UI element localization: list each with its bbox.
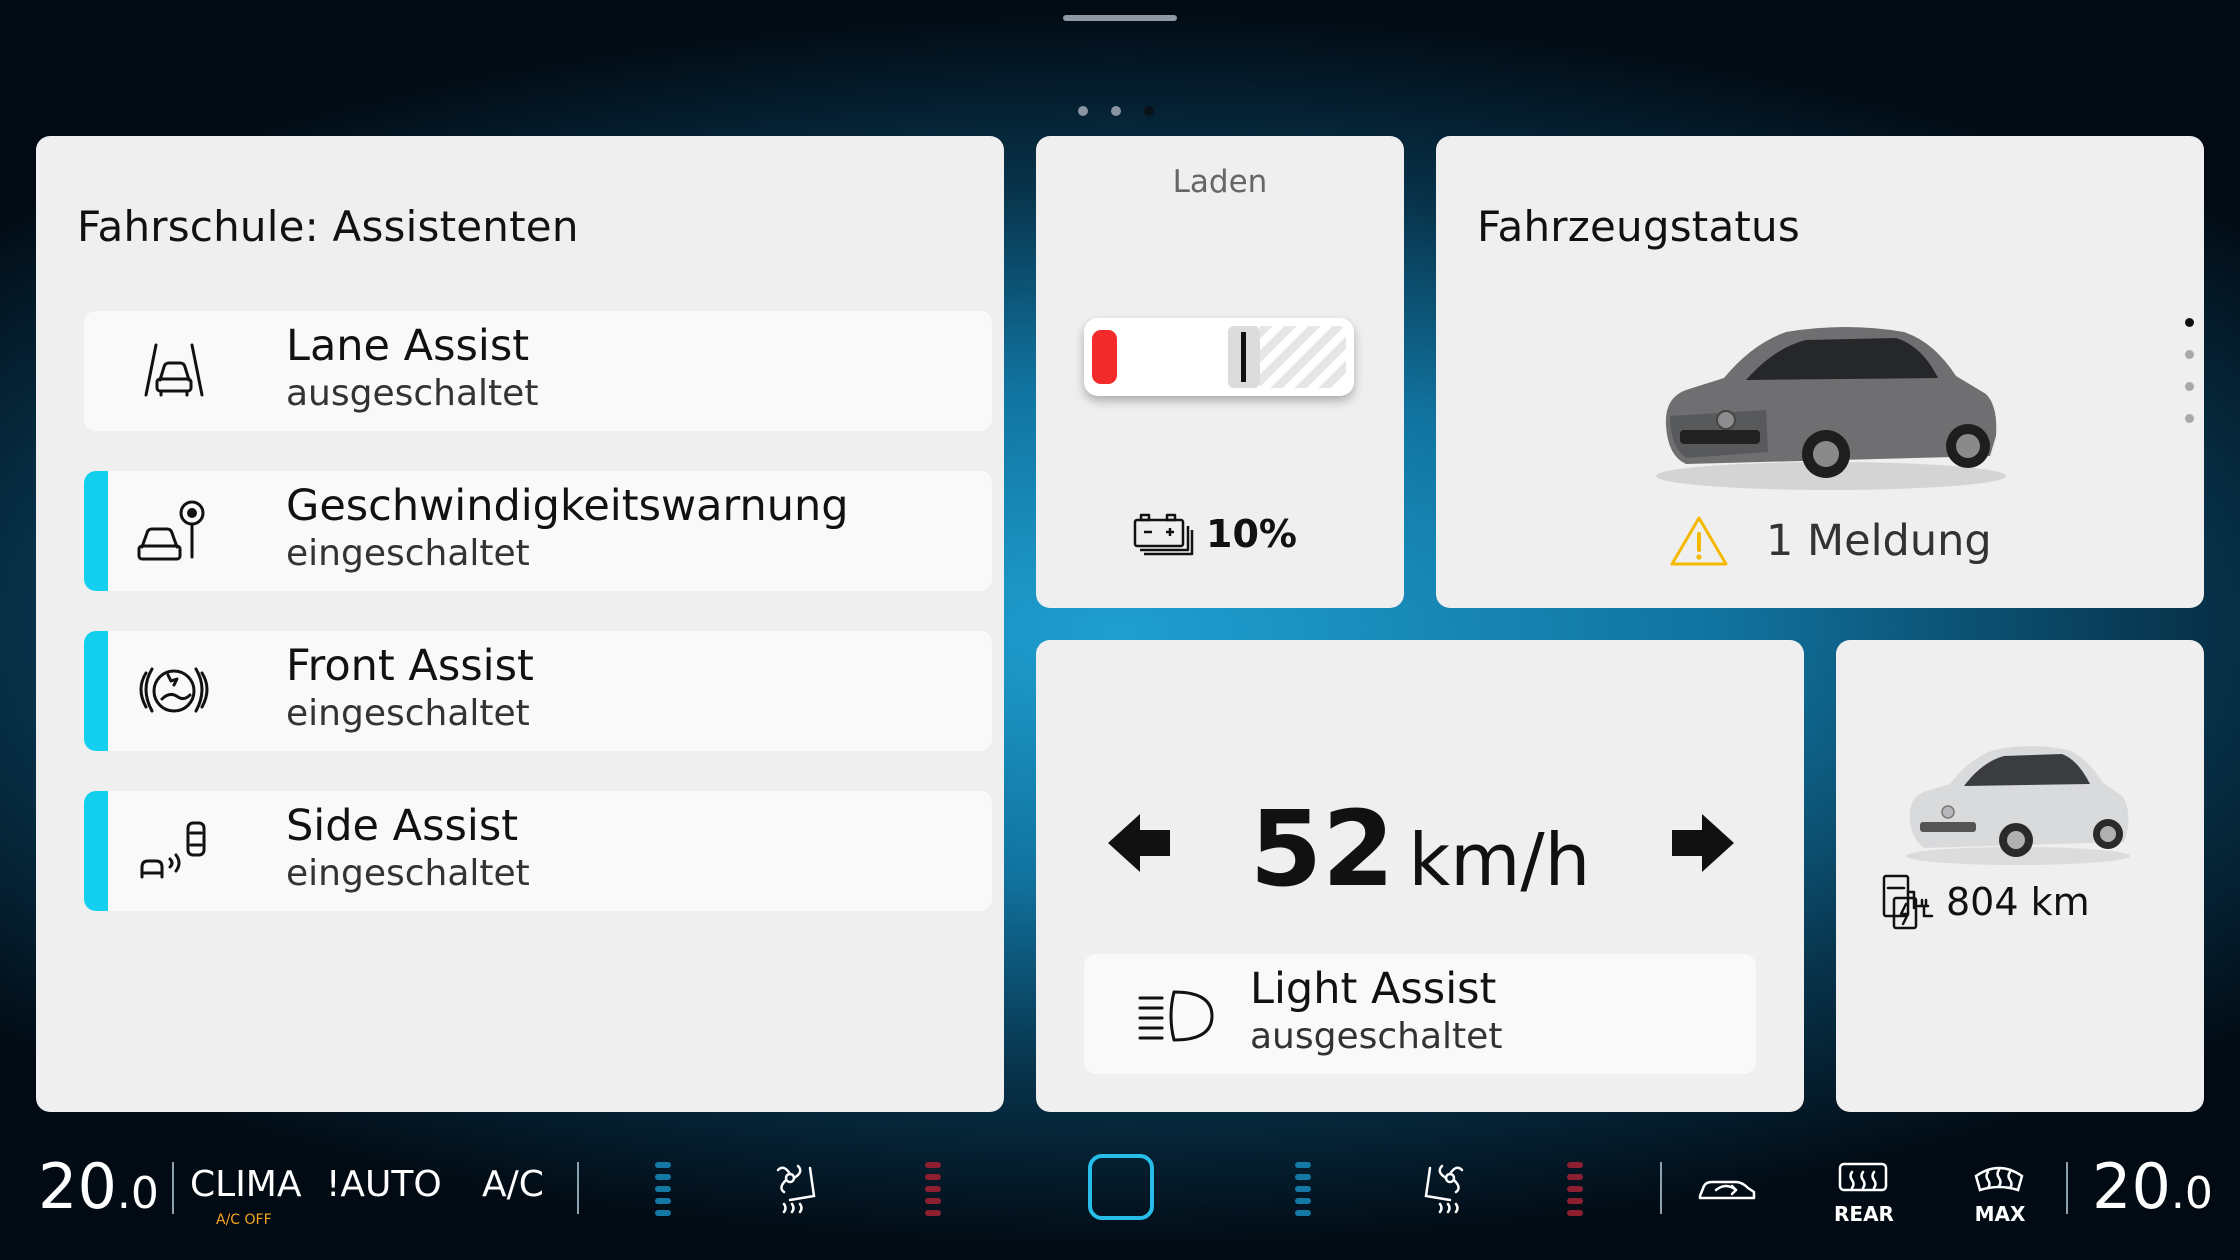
passenger-fan-level[interactable] xyxy=(1295,1162,1311,1216)
speed-warning-icon xyxy=(137,500,205,561)
speed-warning-state: eingeschaltet xyxy=(286,533,530,574)
warning-icon xyxy=(1670,516,1728,566)
battery-gauge xyxy=(1084,318,1354,396)
speed-warning-label: Geschwindigkeitswarnung xyxy=(286,481,849,531)
arrow-right-icon[interactable] xyxy=(1668,810,1738,876)
driver-fan-level[interactable] xyxy=(655,1162,671,1216)
range-readout: 804 km xyxy=(1880,872,2090,932)
speed-warning-toggle[interactable]: Geschwindigkeitswarnung eingeschaltet xyxy=(84,471,992,591)
status-page-dot-current xyxy=(2185,318,2194,327)
front-assist-label: Front Assist xyxy=(286,641,534,691)
divider xyxy=(172,1162,174,1214)
page-dot xyxy=(1111,106,1121,116)
status-page-indicator xyxy=(2185,318,2194,423)
speed-card: 52 km/h Light Assist ausgeschaltet xyxy=(1036,640,1804,1112)
auto-button[interactable]: !AUTO xyxy=(326,1164,442,1205)
light-assist-label: Light Assist xyxy=(1250,964,1497,1014)
battery-level-value: 10% xyxy=(1206,512,1297,556)
rear-defrost-label: REAR xyxy=(1834,1202,1894,1226)
recirculation-icon[interactable] xyxy=(1696,1170,1758,1206)
status-page-dot xyxy=(2185,414,2194,423)
vehicle-status-title: Fahrzeugstatus xyxy=(1477,202,1800,251)
speed-unit: km/h xyxy=(1408,818,1591,902)
range-card[interactable]: 804 km xyxy=(1836,640,2204,1112)
passenger-seat-ventilation-icon[interactable] xyxy=(1414,1160,1470,1216)
light-assist-toggle[interactable]: Light Assist ausgeschaltet xyxy=(1084,954,1756,1074)
passenger-seat-heat-level[interactable] xyxy=(1567,1162,1583,1216)
page-dot xyxy=(1078,106,1088,116)
status-page-dot xyxy=(2185,350,2194,359)
ac-off-indicator: A/C OFF xyxy=(216,1212,272,1228)
status-messages-count: 1 Meldung xyxy=(1766,516,1992,566)
charge-limit-marker xyxy=(1228,326,1260,388)
top-drag-handle[interactable] xyxy=(1063,15,1177,21)
side-assist-toggle[interactable]: Side Assist eingeschaltet xyxy=(84,791,992,911)
vehicle-image xyxy=(1656,327,2006,490)
divider xyxy=(2066,1162,2068,1214)
battery-fill xyxy=(1092,330,1117,384)
vehicle-thumbnail xyxy=(1906,746,2130,865)
passenger-temperature[interactable]: 20.0 xyxy=(2092,1150,2213,1223)
assistants-card-title: Fahrschule: Assistenten xyxy=(77,202,579,251)
front-assist-toggle[interactable]: Front Assist eingeschaltet xyxy=(84,631,992,751)
side-assist-label: Side Assist xyxy=(286,801,519,851)
range-value: 804 km xyxy=(1946,880,2090,924)
climate-bar: 20.0 CLIMA A/C OFF !AUTO A/C REAR MAX 20… xyxy=(0,1130,2240,1260)
page-indicator xyxy=(1078,106,1154,116)
charging-card[interactable]: Laden 10% xyxy=(1036,136,1404,608)
assistants-card: Fahrschule: Assistenten Lane Assist ausg… xyxy=(36,136,1004,1112)
vehicle-status-card[interactable]: Fahrzeugstatus 1 Meldung xyxy=(1436,136,2204,608)
status-messages-summary[interactable]: 1 Meldung xyxy=(1668,514,1992,568)
max-defrost-icon[interactable] xyxy=(1972,1160,2026,1200)
front-assist-icon xyxy=(139,667,209,713)
lane-assist-toggle[interactable]: Lane Assist ausgeschaltet xyxy=(84,311,992,431)
status-page-dot xyxy=(2185,382,2194,391)
battery-level-readout: 10% xyxy=(1132,512,1297,556)
lane-assist-state: ausgeschaltet xyxy=(286,373,539,414)
divider xyxy=(577,1162,579,1214)
speed-value: 52 xyxy=(1249,788,1395,910)
home-button[interactable] xyxy=(1088,1154,1154,1220)
battery-icon xyxy=(1133,513,1194,556)
light-assist-state: ausgeschaltet xyxy=(1250,1016,1503,1057)
headlight-icon xyxy=(1138,990,1214,1042)
battery-reserve-zone xyxy=(1260,326,1346,388)
charging-label: Laden xyxy=(1172,164,1268,200)
driver-temperature[interactable]: 20.0 xyxy=(38,1150,159,1223)
max-defrost-label: MAX xyxy=(1974,1202,2026,1226)
clima-button[interactable]: CLIMA xyxy=(190,1164,302,1205)
page-dot-current xyxy=(1144,106,1154,116)
lane-assist-icon xyxy=(144,343,204,397)
fuel-electric-icon xyxy=(1882,874,1934,930)
front-assist-state: eingeschaltet xyxy=(286,693,530,734)
driver-seat-heat-level[interactable] xyxy=(925,1162,941,1216)
ac-button[interactable]: A/C xyxy=(482,1164,544,1205)
divider xyxy=(1660,1162,1662,1214)
lane-assist-label: Lane Assist xyxy=(286,321,530,371)
side-assist-icon xyxy=(140,821,206,879)
side-assist-state: eingeschaltet xyxy=(286,853,530,894)
rear-defrost-icon[interactable] xyxy=(1836,1160,1890,1200)
seat-ventilation-icon[interactable] xyxy=(770,1160,826,1216)
